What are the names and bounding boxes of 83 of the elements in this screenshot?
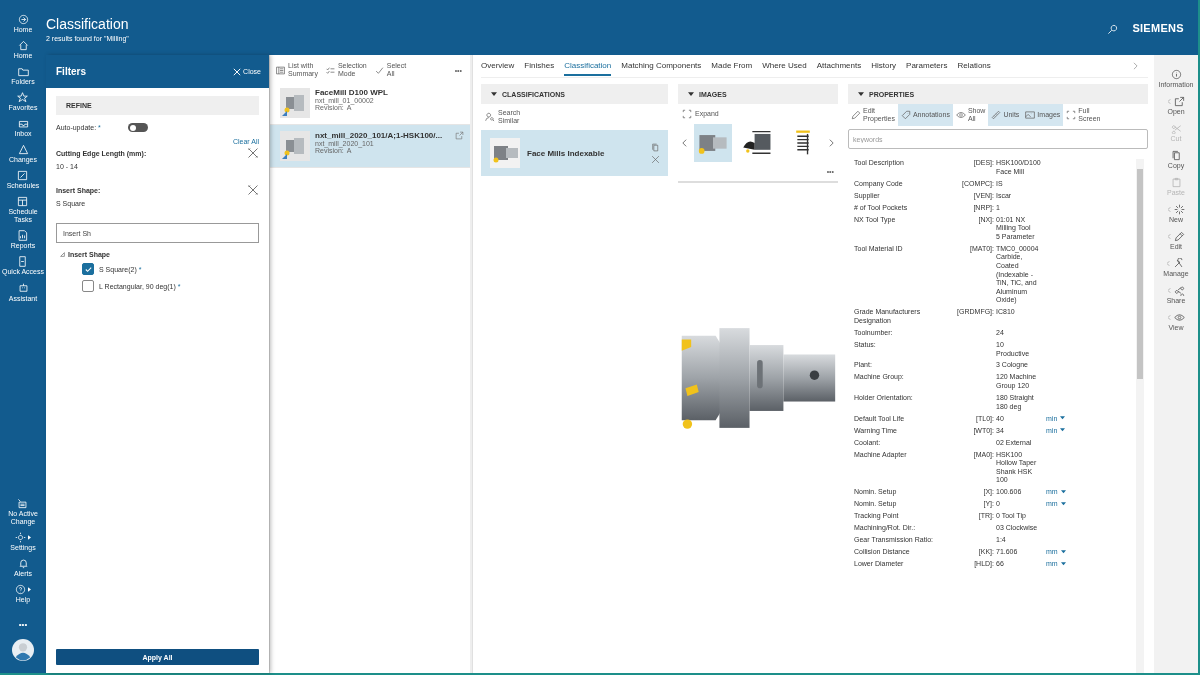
tab[interactable]: Made From [711, 56, 753, 76]
copy-icon[interactable] [651, 142, 660, 152]
home-icon [17, 40, 29, 52]
settings-icon [15, 531, 26, 543]
chevron-left-icon[interactable] [682, 138, 687, 148]
tab[interactable]: History [871, 56, 897, 76]
close-icon [233, 67, 242, 76]
ruler-icon [991, 110, 1002, 121]
info-icon [1170, 69, 1182, 80]
caret-icon [491, 91, 497, 97]
open-icon [1173, 96, 1185, 107]
checkmark-icon [374, 65, 384, 75]
copy-icon [1170, 150, 1182, 161]
tab[interactable]: Classification [564, 56, 612, 76]
toggle-switch[interactable] [127, 123, 148, 132]
robot-icon [17, 282, 29, 294]
tool-thumbnail [280, 88, 310, 119]
document-icon [17, 256, 29, 268]
calendar-icon [17, 170, 29, 182]
tab[interactable]: Overview [481, 56, 515, 76]
inbox-icon [17, 118, 29, 130]
image-icon [1025, 110, 1036, 121]
tab[interactable]: Where Used [762, 56, 807, 76]
clear-filter-icon[interactable] [247, 147, 259, 159]
triangle-icon [17, 144, 29, 156]
full-screen-icon [1066, 110, 1077, 121]
help-icon [15, 583, 26, 595]
expand-icon[interactable] [60, 252, 65, 257]
checklist-icon [325, 65, 335, 75]
open-icon[interactable] [455, 131, 464, 141]
card-title: Face Mills Indexable [527, 148, 606, 158]
paste-icon [1170, 177, 1182, 188]
tab[interactable]: Matching Components [621, 56, 702, 76]
bell-icon [17, 557, 29, 569]
item-title: nxt_mill_2020_101/A;1-HSK100/... [315, 131, 444, 141]
user-search-icon [485, 112, 495, 123]
avatar-icon[interactable] [12, 639, 34, 661]
list-icon [276, 65, 285, 75]
share-icon [1173, 285, 1185, 296]
tab[interactable]: Parameters [906, 56, 948, 76]
page-title: Classification [46, 16, 130, 32]
caret-icon [688, 91, 694, 97]
image-thumbnail[interactable] [694, 124, 732, 162]
clear-icon[interactable] [651, 154, 660, 164]
chevron-right-icon[interactable] [1133, 62, 1138, 70]
expand-icon [682, 109, 692, 119]
scissors-icon [1170, 123, 1182, 134]
tab[interactable]: Relations [957, 56, 991, 76]
caret-icon [1060, 416, 1066, 421]
tools-icon [1173, 258, 1185, 269]
clear-filter-icon[interactable] [247, 184, 259, 196]
eye-icon [955, 110, 966, 121]
brand-logo: SIEMENS [1132, 22, 1184, 34]
pencil-icon [1173, 231, 1185, 242]
item-title: FaceMill D100 WPL [315, 88, 389, 98]
caret-icon [1060, 489, 1066, 494]
grid-icon [17, 196, 29, 208]
caret-icon [1060, 549, 1066, 554]
pencil-icon [851, 110, 861, 121]
tab[interactable]: Attachments [816, 56, 862, 76]
checkbox[interactable] [82, 263, 94, 275]
eye-icon [1173, 312, 1185, 323]
search-icon[interactable] [1107, 24, 1119, 35]
tag-icon [900, 110, 911, 121]
circle-arrow-icon [17, 14, 29, 25]
report-icon [17, 230, 29, 242]
caret-icon [1060, 428, 1066, 433]
tool-thumbnail [280, 131, 310, 162]
scrollbar[interactable] [1136, 159, 1144, 673]
caret-icon [1060, 501, 1066, 506]
caret-icon [1060, 561, 1066, 566]
more-button[interactable]: ••• [18, 620, 28, 629]
star-icon [17, 92, 29, 104]
chevron-right-icon[interactable] [829, 138, 834, 148]
checkmark-icon [83, 264, 93, 274]
tab[interactable]: Finishes [524, 56, 555, 76]
sparkle-icon [1173, 204, 1185, 215]
classification-card[interactable]: Face Mills Indexable [481, 130, 668, 177]
folder-icon [17, 66, 29, 78]
caret-icon [858, 91, 864, 97]
tool-thumbnail [489, 138, 521, 169]
panel-title: Filters [56, 66, 86, 77]
checkbox[interactable] [82, 280, 94, 292]
